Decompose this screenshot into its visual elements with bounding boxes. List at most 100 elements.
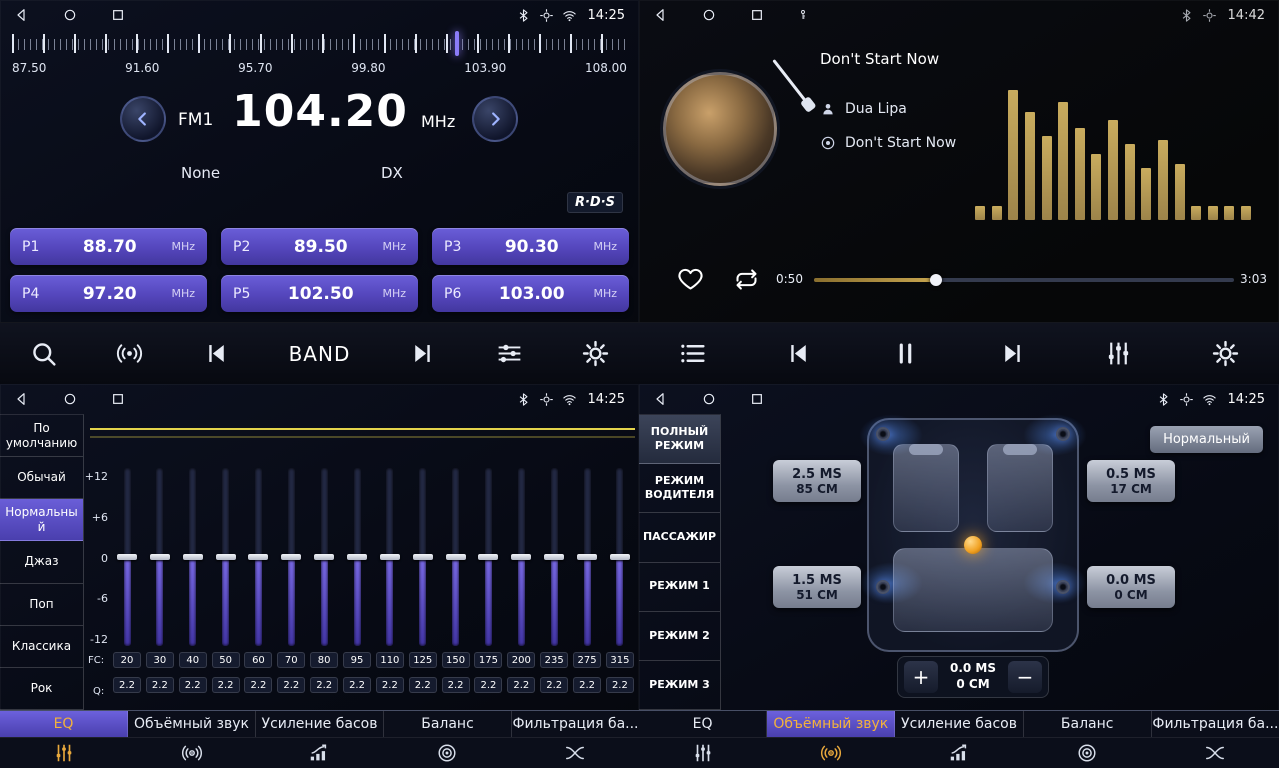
frequency-scale[interactable]: 87.5091.6095.7099.80103.90108.00 <box>12 34 627 80</box>
settings-gear-icon[interactable] <box>581 339 610 368</box>
eq-slider-handle[interactable] <box>248 554 268 560</box>
tune-down-button[interactable] <box>120 96 166 142</box>
tab-eq[interactable]: EQ <box>0 711 128 737</box>
eq-slider-handle[interactable] <box>281 554 301 560</box>
soundfield-mode-item[interactable]: ПАССАЖИР <box>639 513 720 562</box>
previous-station-icon[interactable] <box>202 339 231 368</box>
eq-slider-handle[interactable] <box>478 554 498 560</box>
eq-band-slider[interactable] <box>321 468 328 646</box>
eq-band-slider[interactable] <box>189 468 196 646</box>
nav-recents-icon[interactable] <box>749 391 765 407</box>
eq-icon[interactable] <box>639 738 767 768</box>
nav-home-icon[interactable] <box>62 391 78 407</box>
nav-home-icon[interactable] <box>62 7 78 23</box>
repeat-icon[interactable] <box>733 266 760 293</box>
bass-boost-icon[interactable] <box>256 738 384 768</box>
tab-filter[interactable]: Фильтрация ба... <box>1152 711 1279 737</box>
tune-up-button[interactable] <box>472 96 518 142</box>
soundfield-mode-item[interactable]: РЕЖИМ 2 <box>639 612 720 661</box>
bass-boost-icon[interactable] <box>895 738 1023 768</box>
eq-slider-handle[interactable] <box>183 554 203 560</box>
eq-slider-handle[interactable] <box>380 554 400 560</box>
tab-bass-boost[interactable]: Усиление басов <box>256 711 384 737</box>
tab-balance[interactable]: Баланс <box>1024 711 1152 737</box>
eq-slider-handle[interactable] <box>544 554 564 560</box>
eq-preset-item[interactable]: По умолчанию <box>0 415 83 457</box>
next-track-icon[interactable] <box>998 339 1027 368</box>
listening-position-marker[interactable] <box>964 536 982 554</box>
eq-band-slider[interactable] <box>288 468 295 646</box>
tab-filter[interactable]: Фильтрация ба... <box>512 711 639 737</box>
preset-button-p1[interactable]: P1 88.70 MHz <box>10 228 207 265</box>
next-station-icon[interactable] <box>408 339 437 368</box>
nav-home-icon[interactable] <box>701 7 717 23</box>
preset-button-p6[interactable]: P6 103.00 MHz <box>432 275 629 312</box>
nav-back-icon[interactable] <box>14 7 30 23</box>
progress-knob[interactable] <box>930 274 942 286</box>
pause-icon[interactable] <box>891 339 920 368</box>
front-right-delay-button[interactable]: 0.5 MS 17 CM <box>1087 460 1175 502</box>
soundfield-mode-item[interactable]: ПОЛНЫЙ РЕЖИМ <box>639 415 720 464</box>
eq-preset-item[interactable]: Классика <box>0 626 83 668</box>
soundfield-mode-item[interactable]: РЕЖИМ 3 <box>639 661 720 710</box>
eq-preset-item[interactable]: Обычай <box>0 457 83 499</box>
nav-recents-icon[interactable] <box>110 7 126 23</box>
surround-sound-icon[interactable] <box>767 738 895 768</box>
tab-bass-boost[interactable]: Усиление басов <box>895 711 1023 737</box>
eq-slider-handle[interactable] <box>150 554 170 560</box>
eq-band-slider[interactable] <box>255 468 262 646</box>
filter-icon[interactable] <box>511 738 639 768</box>
rear-left-delay-button[interactable]: 1.5 MS 51 CM <box>773 566 861 608</box>
search-icon[interactable] <box>29 339 58 368</box>
eq-slider-handle[interactable] <box>117 554 137 560</box>
nav-back-icon[interactable] <box>653 391 669 407</box>
delay-increase-button[interactable]: + <box>904 661 938 693</box>
nav-home-icon[interactable] <box>701 391 717 407</box>
nav-recents-icon[interactable] <box>110 391 126 407</box>
equalizer-icon[interactable] <box>495 339 524 368</box>
front-left-delay-button[interactable]: 2.5 MS 85 CM <box>773 460 861 502</box>
settings-gear-icon[interactable] <box>1211 339 1240 368</box>
eq-slider-handle[interactable] <box>216 554 236 560</box>
preset-button-p4[interactable]: P4 97.20 MHz <box>10 275 207 312</box>
eq-preset-item[interactable]: Джаз <box>0 541 83 583</box>
eq-slider-handle[interactable] <box>610 554 630 560</box>
eq-band-slider[interactable] <box>386 468 393 646</box>
preset-button-p5[interactable]: P5 102.50 MHz <box>221 275 418 312</box>
eq-band-slider[interactable] <box>518 468 525 646</box>
eq-slider-handle[interactable] <box>347 554 367 560</box>
sound-preset-badge[interactable]: Нормальный <box>1150 426 1263 453</box>
balance-icon[interactable] <box>1023 738 1151 768</box>
preset-button-p3[interactable]: P3 90.30 MHz <box>432 228 629 265</box>
eq-band-slider[interactable] <box>485 468 492 646</box>
soundfield-mode-item[interactable]: РЕЖИМ 1 <box>639 563 720 612</box>
filter-icon[interactable] <box>1151 738 1279 768</box>
surround-sound-icon[interactable] <box>128 738 256 768</box>
eq-preset-item[interactable]: Нормальный <box>0 499 83 541</box>
nav-back-icon[interactable] <box>14 391 30 407</box>
eq-slider-handle[interactable] <box>511 554 531 560</box>
eq-band-slider[interactable] <box>584 468 591 646</box>
soundfield-mode-item[interactable]: РЕЖИМ ВОДИТЕЛЯ <box>639 464 720 513</box>
eq-slider-handle[interactable] <box>446 554 466 560</box>
tab-surround-sound[interactable]: Объёмный звук <box>128 711 256 737</box>
eq-slider-handle[interactable] <box>577 554 597 560</box>
preset-button-p2[interactable]: P2 89.50 MHz <box>221 228 418 265</box>
favorite-heart-icon[interactable] <box>677 266 704 293</box>
eq-band-slider[interactable] <box>124 468 131 646</box>
playlist-icon[interactable] <box>678 339 707 368</box>
tab-eq[interactable]: EQ <box>639 711 767 737</box>
eq-band-slider[interactable] <box>419 468 426 646</box>
tab-surround-sound[interactable]: Объёмный звук <box>767 711 895 737</box>
eq-icon[interactable] <box>0 738 128 768</box>
delay-decrease-button[interactable]: − <box>1008 661 1042 693</box>
tab-balance[interactable]: Баланс <box>384 711 512 737</box>
eq-band-slider[interactable] <box>551 468 558 646</box>
eq-band-slider[interactable] <box>616 468 623 646</box>
eq-band-slider[interactable] <box>452 468 459 646</box>
balance-icon[interactable] <box>383 738 511 768</box>
equalizer-icon[interactable] <box>1104 339 1133 368</box>
eq-band-slider[interactable] <box>354 468 361 646</box>
broadcast-scan-icon[interactable] <box>115 339 144 368</box>
eq-slider-handle[interactable] <box>314 554 334 560</box>
